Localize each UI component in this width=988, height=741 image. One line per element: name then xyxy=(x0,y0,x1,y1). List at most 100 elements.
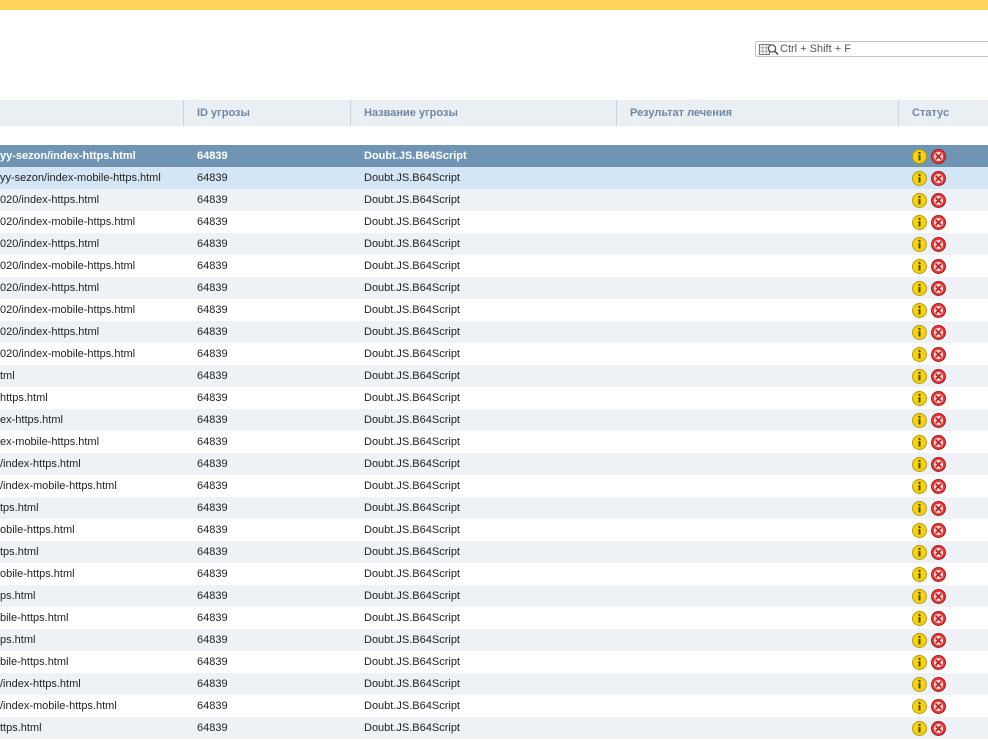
info-icon[interactable] xyxy=(912,149,927,164)
table-row[interactable]: 020/index-https.html 64839 Doubt.JS.B64Scr… xyxy=(0,277,988,299)
delete-icon[interactable] xyxy=(931,457,946,472)
delete-icon[interactable] xyxy=(931,347,946,362)
column-header-status[interactable]: Статус xyxy=(898,100,988,126)
delete-icon[interactable] xyxy=(931,171,946,186)
delete-icon[interactable] xyxy=(931,567,946,582)
delete-icon[interactable] xyxy=(931,721,946,736)
delete-icon[interactable] xyxy=(931,699,946,714)
info-icon[interactable] xyxy=(912,391,927,406)
info-icon[interactable] xyxy=(912,589,927,604)
info-icon[interactable] xyxy=(912,369,927,384)
info-icon[interactable] xyxy=(912,171,927,186)
threat-name-cell: Doubt.JS.B64Script xyxy=(364,524,460,536)
delete-icon[interactable] xyxy=(931,589,946,604)
table-row[interactable]: /index-mobile-https.html 64839 Doubt.JS.B6… xyxy=(0,475,988,497)
delete-icon[interactable] xyxy=(931,193,946,208)
column-header-path[interactable] xyxy=(0,100,183,126)
info-icon[interactable] xyxy=(912,633,927,648)
table-row[interactable]: obile-https.html 64839 Doubt.JS.B64Script xyxy=(0,519,988,541)
table-row[interactable]: obile-https.html 64839 Doubt.JS.B64Script xyxy=(0,563,988,585)
column-header-threat-id[interactable]: ID угрозы xyxy=(183,100,350,126)
table-row[interactable]: ex-mobile-https.html 64839 Doubt.JS.B64Scr… xyxy=(0,431,988,453)
info-icon[interactable] xyxy=(912,457,927,472)
info-icon[interactable] xyxy=(912,193,927,208)
table-row[interactable]: 020/index-mobile-https.html 64839 Doubt.JS… xyxy=(0,343,988,365)
table-row[interactable]: ps.html 64839 Doubt.JS.B64Script xyxy=(0,585,988,607)
info-icon[interactable] xyxy=(912,259,927,274)
delete-icon[interactable] xyxy=(931,325,946,340)
delete-icon[interactable] xyxy=(931,545,946,560)
threat-id-cell: 64839 xyxy=(197,260,228,272)
threat-name-cell: Doubt.JS.B64Script xyxy=(364,414,460,426)
table-row[interactable]: /index-https.html 64839 Doubt.JS.B64Script xyxy=(0,453,988,475)
file-path-cell: 020/index-https.html xyxy=(0,282,100,294)
info-icon[interactable] xyxy=(912,347,927,362)
table-row[interactable]: 020/index-https.html 64839 Doubt.JS.B64Scr… xyxy=(0,321,988,343)
info-icon[interactable] xyxy=(912,215,927,230)
info-icon[interactable] xyxy=(912,303,927,318)
threat-id-cell: 64839 xyxy=(197,370,228,382)
status-cell xyxy=(912,589,950,604)
table-row[interactable]: 020/index-mobile-https.html 64839 Doubt.JS… xyxy=(0,299,988,321)
info-icon[interactable] xyxy=(912,413,927,428)
delete-icon[interactable] xyxy=(931,655,946,670)
table-row[interactable]: ex-https.html 64839 Doubt.JS.B64Script xyxy=(0,409,988,431)
info-icon[interactable] xyxy=(912,281,927,296)
table-row[interactable]: ps.html 64839 Doubt.JS.B64Script xyxy=(0,629,988,651)
search-input[interactable] xyxy=(780,42,980,56)
file-path-cell: ex-https.html xyxy=(0,414,63,426)
delete-icon[interactable] xyxy=(931,413,946,428)
delete-icon[interactable] xyxy=(931,237,946,252)
search-icon[interactable] xyxy=(759,43,779,56)
delete-icon[interactable] xyxy=(931,501,946,516)
delete-icon[interactable] xyxy=(931,215,946,230)
table-row[interactable]: /index-https.html 64839 Doubt.JS.B64Script xyxy=(0,673,988,695)
table-row[interactable]: tml 64839 Doubt.JS.B64Script xyxy=(0,365,988,387)
delete-icon[interactable] xyxy=(931,391,946,406)
info-icon[interactable] xyxy=(912,567,927,582)
delete-icon[interactable] xyxy=(931,611,946,626)
table-row[interactable]: https.html 64839 Doubt.JS.B64Script xyxy=(0,387,988,409)
delete-icon[interactable] xyxy=(931,435,946,450)
info-icon[interactable] xyxy=(912,523,927,538)
table-row[interactable]: 020/index-https.html 64839 Doubt.JS.B64Scr… xyxy=(0,233,988,255)
info-icon[interactable] xyxy=(912,611,927,626)
table-row[interactable]: bile-https.html 64839 Doubt.JS.B64Script xyxy=(0,651,988,673)
delete-icon[interactable] xyxy=(931,677,946,692)
delete-icon[interactable] xyxy=(931,479,946,494)
delete-icon[interactable] xyxy=(931,281,946,296)
threat-id-cell: 64839 xyxy=(197,612,228,624)
table-row[interactable]: 020/index-mobile-https.html 64839 Doubt.JS… xyxy=(0,211,988,233)
top-accent-bar xyxy=(0,0,988,10)
info-icon[interactable] xyxy=(912,699,927,714)
info-icon[interactable] xyxy=(912,237,927,252)
table-row[interactable]: yy-sezon/index-mobile-https.html 64839 Dou… xyxy=(0,167,988,189)
delete-icon[interactable] xyxy=(931,369,946,384)
info-icon[interactable] xyxy=(912,545,927,560)
table-row[interactable]: bile-https.html 64839 Doubt.JS.B64Script xyxy=(0,607,988,629)
info-icon[interactable] xyxy=(912,501,927,516)
info-icon[interactable] xyxy=(912,325,927,340)
info-icon[interactable] xyxy=(912,435,927,450)
table-row[interactable]: ttps.html 64839 Doubt.JS.B64Script xyxy=(0,717,988,739)
table-row[interactable]: 020/index-https.html 64839 Doubt.JS.B64Scr… xyxy=(0,189,988,211)
delete-icon[interactable] xyxy=(931,523,946,538)
table-row[interactable]: yy-sezon/index-https.html 64839 Doubt.JS.B… xyxy=(0,145,988,167)
info-icon[interactable] xyxy=(912,721,927,736)
table-row[interactable]: 020/index-mobile-https.html 64839 Doubt.JS… xyxy=(0,255,988,277)
search-box[interactable] xyxy=(755,41,988,57)
threat-name-cell: Doubt.JS.B64Script xyxy=(364,612,460,624)
delete-icon[interactable] xyxy=(931,303,946,318)
info-icon[interactable] xyxy=(912,655,927,670)
table-row[interactable]: tps.html 64839 Doubt.JS.B64Script xyxy=(0,541,988,563)
delete-icon[interactable] xyxy=(931,149,946,164)
status-cell xyxy=(912,633,950,648)
info-icon[interactable] xyxy=(912,479,927,494)
column-header-treatment-result[interactable]: Результат лечения xyxy=(616,100,898,126)
table-row[interactable]: tps.html 64839 Doubt.JS.B64Script xyxy=(0,497,988,519)
delete-icon[interactable] xyxy=(931,633,946,648)
info-icon[interactable] xyxy=(912,677,927,692)
delete-icon[interactable] xyxy=(931,259,946,274)
table-row[interactable]: /index-mobile-https.html 64839 Doubt.JS.B6… xyxy=(0,695,988,717)
column-header-threat-name[interactable]: Название угрозы xyxy=(350,100,616,126)
